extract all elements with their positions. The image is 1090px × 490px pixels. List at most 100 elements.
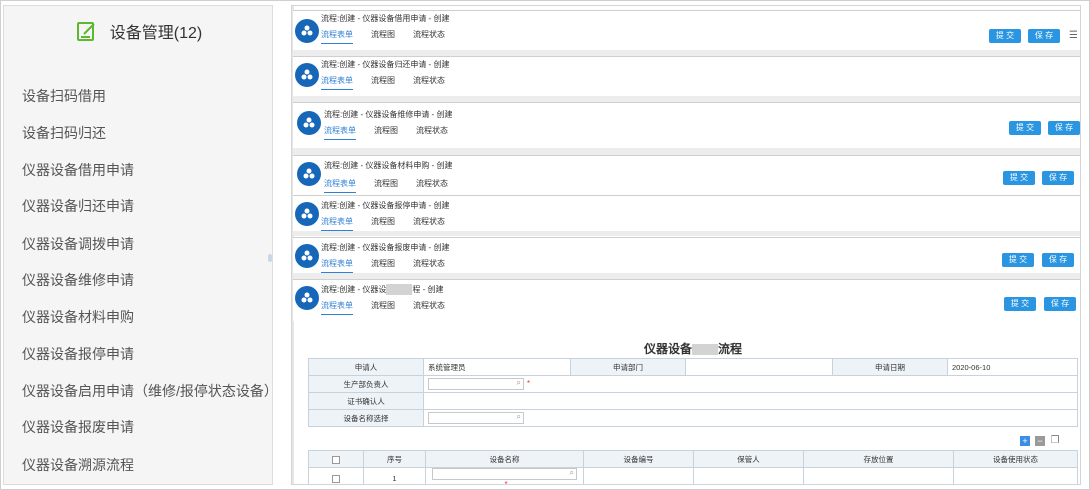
flow-tabs: 流程表单 流程图 流程状态 <box>324 125 466 140</box>
tab-status[interactable]: 流程状态 <box>413 216 445 231</box>
dept-value <box>685 358 833 376</box>
sidebar-item[interactable]: 仪器设备调拨申请 <box>22 234 134 254</box>
save-button[interactable]: 保 存 <box>1042 171 1074 185</box>
tab-status[interactable]: 流程状态 <box>413 75 445 90</box>
device-select-input[interactable]: ⌕ <box>428 412 524 424</box>
add-row-icon[interactable]: + <box>1020 436 1030 446</box>
tab-diagram[interactable]: 流程图 <box>371 216 395 231</box>
device-select-label: 设备名称选择 <box>308 409 424 427</box>
redacted-text <box>692 344 718 356</box>
date-label: 申请日期 <box>832 358 948 376</box>
sidebar-item[interactable]: 仪器设备材料申购 <box>22 307 134 327</box>
required-mark: * <box>504 480 508 485</box>
dept-label: 申请部门 <box>570 358 686 376</box>
device-name-input[interactable]: ⌕ <box>432 468 577 480</box>
tab-status[interactable]: 流程状态 <box>413 258 445 273</box>
tab-form[interactable]: 流程表单 <box>321 216 353 231</box>
form-title: 仪器设备 流程 <box>643 342 743 356</box>
flow-tabs: 流程表单 流程图 流程状态 <box>321 216 463 231</box>
tab-diagram[interactable]: 流程图 <box>371 300 395 315</box>
flow-card: 流程:创建 - 仪器设备维修申请 - 创建 流程表单 流程图 流程状态 提 交 … <box>293 102 1080 156</box>
flow-tabs: 流程表单 流程图 流程状态 <box>321 29 463 44</box>
tab-form[interactable]: 流程表单 <box>324 178 356 193</box>
flow-card: 流程:创建 - 仪器设程 - 创建 流程表单 流程图 流程状态 提 交 保 存 <box>293 279 1080 321</box>
flow-logo-icon <box>295 63 319 87</box>
search-icon[interactable]: ⌕ <box>570 468 574 478</box>
device-table: 序号 设备名称 设备编号 保管人 存放位置 设备使用状态 1 ⌕ * <box>308 450 1078 485</box>
sidebar-item[interactable]: 设备扫码借用 <box>22 86 106 106</box>
tab-status[interactable]: 流程状态 <box>413 29 445 44</box>
sidebar-item[interactable]: 仪器设备报停申请 <box>22 344 134 364</box>
flow-logo-icon <box>297 111 321 135</box>
table-header: 保管人 <box>693 450 804 468</box>
tab-diagram[interactable]: 流程图 <box>371 258 395 273</box>
sidebar-item[interactable]: 仪器设备归还申请 <box>22 196 134 216</box>
tab-diagram[interactable]: 流程图 <box>374 125 398 140</box>
tab-form[interactable]: 流程表单 <box>321 300 353 315</box>
prod-leader-label: 生产部负责人 <box>308 375 424 393</box>
remove-row-icon[interactable]: − <box>1035 436 1045 446</box>
save-button[interactable]: 保 存 <box>1044 297 1076 311</box>
sidebar-item[interactable]: 仪器设备报废申请 <box>22 417 134 437</box>
sidebar: 设备管理(12) 设备扫码借用 设备扫码归还 仪器设备借用申请 仪器设备归还申请… <box>3 5 278 485</box>
tab-diagram[interactable]: 流程图 <box>371 75 395 90</box>
row-number: 1 <box>363 467 426 484</box>
copy-row-icon[interactable]: ❐ <box>1050 436 1060 446</box>
required-mark: * <box>527 378 531 388</box>
submit-button[interactable]: 提 交 <box>989 29 1021 43</box>
tab-status[interactable]: 流程状态 <box>416 125 448 140</box>
applicant-value: 系统管理员 <box>423 358 571 376</box>
submit-button[interactable]: 提 交 <box>1004 297 1036 311</box>
table-header: 设备编号 <box>583 450 694 468</box>
flow-card: 流程:创建 - 仪器设备报废申请 - 创建 流程表单 流程图 流程状态 提 交 … <box>293 237 1080 279</box>
sidebar-title: 设备管理(12) <box>109 25 203 42</box>
flow-logo-icon <box>295 202 319 226</box>
row-checkbox[interactable] <box>332 475 340 483</box>
flow-logo-icon <box>295 286 319 310</box>
flow-logo-icon <box>295 244 319 268</box>
prod-leader-input[interactable]: ⌕ <box>428 378 524 390</box>
flow-logo-icon <box>297 162 321 186</box>
select-all-checkbox[interactable] <box>332 455 340 464</box>
save-button[interactable]: 保 存 <box>1042 253 1074 267</box>
table-row: 1 ⌕ * <box>308 467 1078 485</box>
flow-tabs: 流程表单 流程图 流程状态 <box>321 258 463 273</box>
splitter-handle[interactable] <box>268 254 272 262</box>
sidebar-item[interactable]: 仪器设备借用申请 <box>22 160 134 180</box>
sidebar-item[interactable]: 设备扫码归还 <box>22 123 106 143</box>
list-icon[interactable]: ☰ <box>1069 30 1078 41</box>
main-panel: 流程:创建 - 仪器设备借用申请 - 创建 流程表单 流程图 流程状态 提 交 … <box>291 5 1081 485</box>
flow-title: 流程:创建 - 仪器设备归还申请 - 创建 <box>321 60 450 69</box>
edit-note-icon <box>76 22 95 41</box>
sidebar-item[interactable]: 仪器设备启用申请（维修/报停状态设备） <box>22 381 278 401</box>
sidebar-header: 设备管理(12) <box>4 6 274 56</box>
sidebar-item[interactable]: 仪器设备溯源流程 <box>22 455 134 475</box>
sidebar-item[interactable]: 仪器设备维修申请 <box>22 270 134 290</box>
save-button[interactable]: 保 存 <box>1028 29 1060 43</box>
application-form: 仪器设备 流程 申请人 系统管理员 申请部门 申请日期 2020-06-10 生产… <box>308 328 1078 485</box>
redacted-text <box>386 284 413 296</box>
flow-title: 流程:创建 - 仪器设备报停申请 - 创建 <box>321 201 450 210</box>
save-button[interactable]: 保 存 <box>1048 121 1080 135</box>
search-icon[interactable]: ⌕ <box>517 412 521 422</box>
tab-form[interactable]: 流程表单 <box>321 29 353 44</box>
flow-title: 流程:创建 - 仪器设备报废申请 - 创建 <box>321 243 450 252</box>
tab-form[interactable]: 流程表单 <box>324 125 356 140</box>
flow-title: 流程:创建 - 仪器设备材料申购 - 创建 <box>324 161 453 170</box>
submit-button[interactable]: 提 交 <box>1009 121 1041 135</box>
tab-diagram[interactable]: 流程图 <box>374 178 398 193</box>
cert-value <box>423 392 1078 410</box>
flow-title: 流程:创建 - 仪器设程 - 创建 <box>321 284 444 296</box>
select-all-cell <box>308 450 364 468</box>
submit-button[interactable]: 提 交 <box>1002 253 1034 267</box>
tab-form[interactable]: 流程表单 <box>321 258 353 273</box>
tab-form[interactable]: 流程表单 <box>321 75 353 90</box>
tab-status[interactable]: 流程状态 <box>413 300 445 315</box>
flow-card: 流程:创建 - 仪器设备借用申请 - 创建 流程表单 流程图 流程状态 提 交 … <box>293 10 1080 58</box>
submit-button[interactable]: 提 交 <box>1003 171 1035 185</box>
tab-diagram[interactable]: 流程图 <box>371 29 395 44</box>
search-icon[interactable]: ⌕ <box>517 378 521 388</box>
table-header: 序号 <box>363 450 426 468</box>
flow-card: 流程:创建 - 仪器设备报停申请 - 创建 流程表单 流程图 流程状态 <box>293 195 1080 236</box>
tab-status[interactable]: 流程状态 <box>416 178 448 193</box>
